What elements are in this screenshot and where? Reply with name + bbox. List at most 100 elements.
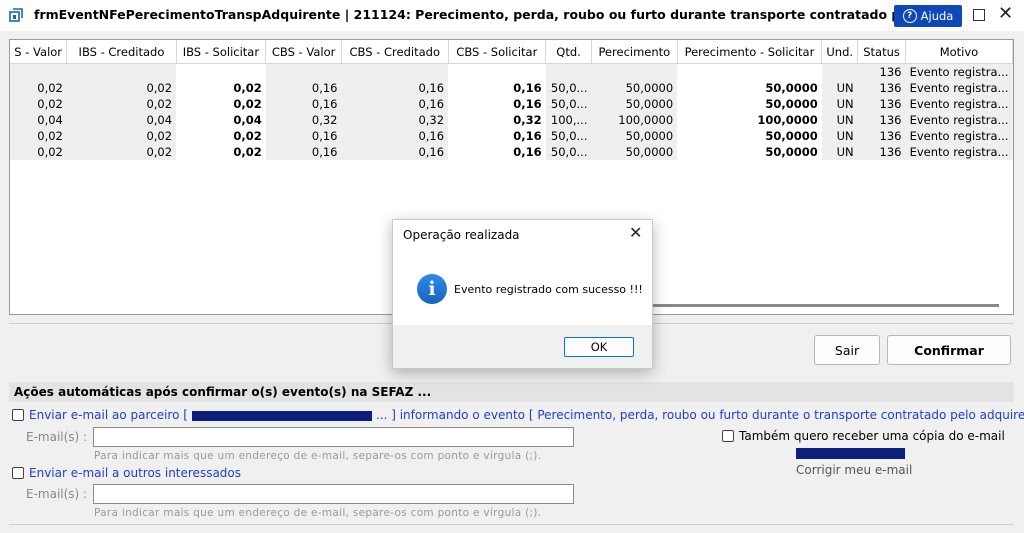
help-button[interactable]: ? Ajuda bbox=[894, 5, 962, 27]
table-cell: 0,16 bbox=[265, 80, 342, 96]
table-cell: Evento registra... bbox=[905, 112, 1013, 128]
table-cell bbox=[66, 63, 177, 80]
table-cell: 50,0000 bbox=[765, 81, 818, 95]
table-cell: 0,16 bbox=[513, 81, 542, 95]
info-icon: i bbox=[417, 274, 447, 304]
table-cell bbox=[10, 63, 67, 80]
table-row[interactable]: 0,04 0,04 0,04 0,32 0,32 0,32 100,... 100,0000 1… bbox=[10, 112, 1013, 128]
table-cell: 0,32 bbox=[513, 113, 542, 127]
fix-email-link[interactable]: Corrigir meu e-mail bbox=[796, 463, 912, 477]
column-header[interactable]: Und. bbox=[821, 40, 859, 64]
table-cell: 136 bbox=[857, 80, 906, 96]
table-cell: 0,02 bbox=[233, 81, 262, 95]
table-row[interactable]: 0,02 0,02 0,02 0,16 0,16 0,16 50,0... 50,0000 50… bbox=[10, 96, 1013, 112]
table-cell: 0,32 bbox=[341, 112, 449, 128]
confirmar-button[interactable]: Confirmar bbox=[887, 335, 1011, 365]
table-cell bbox=[591, 63, 678, 80]
table-cell: 50,0... bbox=[545, 80, 592, 96]
table-cell: 0,16 bbox=[341, 144, 449, 160]
column-header[interactable]: IBS - Solicitar bbox=[176, 40, 267, 64]
email-label: E-mail(s) : bbox=[26, 430, 88, 444]
table-cell: 136 bbox=[857, 63, 906, 80]
table-cell: UN bbox=[821, 128, 858, 144]
table-cell: 136 bbox=[857, 128, 906, 144]
table-cell: 0,16 bbox=[265, 128, 342, 144]
copy-email-label[interactable]: Também quero receber uma cópia do e-mail bbox=[739, 429, 1005, 443]
table-cell bbox=[821, 63, 858, 80]
table-cell: 0,04 bbox=[10, 112, 67, 128]
table-cell: 50,0000 bbox=[591, 96, 678, 112]
table-cell: UN bbox=[821, 112, 858, 128]
divider-bottom bbox=[9, 524, 1014, 525]
events-table: S - Valor IBS - Creditado IBS - Solicitar C… bbox=[10, 40, 1013, 160]
table-cell: 50,0000 bbox=[765, 129, 818, 143]
table-cell bbox=[341, 63, 449, 80]
help-label: Ajuda bbox=[920, 9, 954, 23]
table-cell: 0,02 bbox=[233, 129, 262, 143]
copy-email-checkbox[interactable] bbox=[722, 430, 734, 442]
column-header[interactable]: CBS - Valor bbox=[265, 40, 342, 64]
column-header[interactable]: Status bbox=[857, 40, 906, 64]
table-cell: 0,16 bbox=[513, 97, 542, 111]
table-cell: 50,0000 bbox=[765, 145, 818, 159]
table-cell: 0,16 bbox=[265, 144, 342, 160]
table-cell: 50,0000 bbox=[591, 80, 678, 96]
document-icon bbox=[9, 8, 23, 22]
table-row[interactable]: 136 Evento registra... bbox=[10, 63, 1013, 81]
column-header[interactable]: CBS - Creditado bbox=[341, 40, 449, 64]
dialog-title: Operação realizada bbox=[403, 228, 520, 242]
column-header[interactable]: Perecimento - Solicitar bbox=[677, 40, 823, 64]
table-cell: 0,16 bbox=[341, 80, 449, 96]
table-cell: 0,02 bbox=[10, 144, 67, 160]
table-row[interactable]: 0,02 0,02 0,02 0,16 0,16 0,16 50,0... 50,0000 50… bbox=[10, 128, 1013, 144]
table-cell: 0,32 bbox=[265, 112, 342, 128]
column-header[interactable]: S - Valor bbox=[10, 40, 68, 64]
auto-actions-header: Ações automáticas após confirmar o(s) ev… bbox=[9, 382, 1014, 402]
table-cell: Evento registra... bbox=[905, 80, 1013, 96]
table-cell: 0,02 bbox=[233, 97, 262, 111]
column-header[interactable]: CBS - Solicitar bbox=[448, 40, 547, 64]
column-header[interactable]: Motivo bbox=[905, 40, 1013, 64]
email2-field[interactable] bbox=[93, 484, 574, 504]
table-cell bbox=[176, 64, 266, 81]
table-cell bbox=[448, 64, 546, 81]
sair-button[interactable]: Sair bbox=[814, 335, 880, 365]
table-cell: 50,0000 bbox=[765, 97, 818, 111]
send-partner-email-checkbox[interactable] bbox=[12, 409, 24, 421]
table-cell: 0,02 bbox=[233, 145, 262, 159]
table-cell: 50,0... bbox=[545, 144, 592, 160]
table-cell bbox=[677, 64, 822, 81]
table-cell: 50,0000 bbox=[591, 128, 678, 144]
table-cell: UN bbox=[821, 96, 858, 112]
table-cell: 0,16 bbox=[265, 96, 342, 112]
column-header[interactable]: Perecimento bbox=[591, 40, 678, 64]
send-others-email-checkbox[interactable] bbox=[12, 467, 24, 479]
table-cell: Evento registra... bbox=[905, 144, 1013, 160]
redacted-partner bbox=[191, 410, 372, 421]
send-partner-email-label[interactable]: Enviar e-mail ao parceiro [... ] informa… bbox=[29, 408, 1024, 422]
dialog-close-icon[interactable]: ✕ bbox=[629, 223, 642, 242]
close-icon[interactable]: ✕ bbox=[998, 4, 1013, 24]
table-cell: 50,0000 bbox=[591, 144, 678, 160]
success-dialog: Operação realizada ✕ i Evento registrado… bbox=[392, 219, 653, 369]
table-cell: 0,02 bbox=[66, 96, 177, 112]
send-others-email-label[interactable]: Enviar e-mail a outros interessados bbox=[29, 466, 241, 480]
email-field[interactable] bbox=[93, 427, 574, 447]
table-cell: 100,0000 bbox=[591, 112, 678, 128]
maximize-icon[interactable] bbox=[973, 9, 985, 21]
table-cell bbox=[545, 63, 592, 80]
table-cell: Evento registra... bbox=[905, 128, 1013, 144]
column-header[interactable]: IBS - Creditado bbox=[66, 40, 177, 64]
table-cell: 136 bbox=[857, 112, 906, 128]
table-cell: 0,02 bbox=[66, 128, 177, 144]
table-row[interactable]: 0,02 0,02 0,02 0,16 0,16 0,16 50,0... 50,0000 50… bbox=[10, 144, 1013, 160]
column-header[interactable]: Qtd. bbox=[545, 40, 592, 64]
table-cell: Evento registra... bbox=[905, 63, 1013, 80]
table-cell: 0,04 bbox=[233, 113, 262, 127]
table-cell: 50,0... bbox=[545, 96, 592, 112]
table-cell: 136 bbox=[857, 144, 906, 160]
ok-button[interactable]: OK bbox=[564, 337, 634, 357]
table-cell: 136 bbox=[857, 96, 906, 112]
table-cell: 0,02 bbox=[66, 80, 177, 96]
table-row[interactable]: 0,02 0,02 0,02 0,16 0,16 0,16 50,0... 50,0000 50… bbox=[10, 80, 1013, 96]
